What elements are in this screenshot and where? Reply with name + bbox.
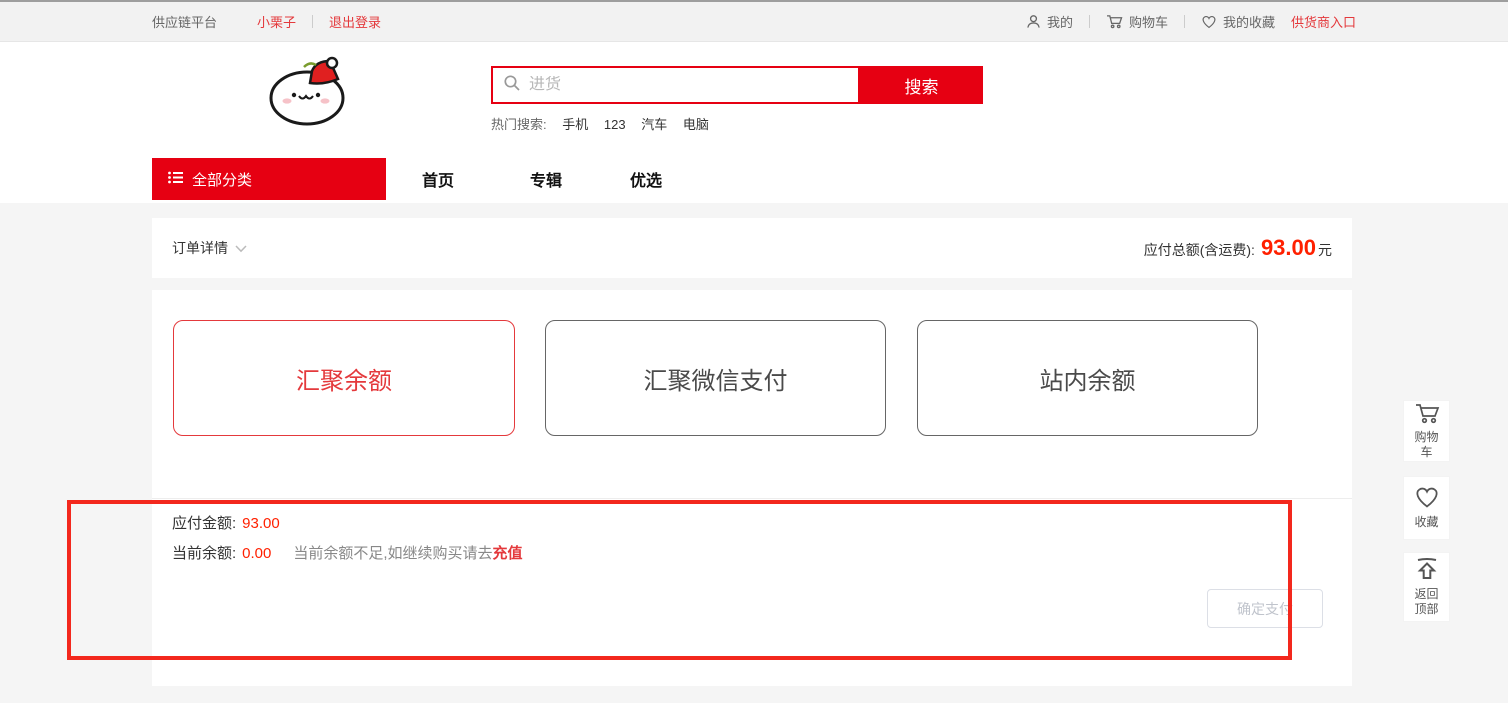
topbar-divider — [1089, 15, 1090, 28]
all-categories-label: 全部分类 — [192, 169, 252, 190]
favorites-link[interactable]: 我的收藏 — [1201, 12, 1275, 31]
back-to-top-button[interactable]: 返回顶部 — [1403, 552, 1450, 622]
topbar-right: 我的 购物车 我的收藏 供货商入口 — [1026, 12, 1356, 31]
topbar-left: 供应链平台 小栗子 退出登录 — [152, 12, 381, 31]
hot-search-label: 热门搜索: — [491, 117, 547, 132]
order-details-toggle[interactable]: 订单详情 — [172, 238, 247, 258]
hot-search-row: 热门搜索: 手机 123 汽车 电脑 — [491, 114, 709, 133]
nav-item-albums[interactable]: 专辑 — [530, 158, 562, 200]
cart-label: 购物车 — [1129, 12, 1168, 31]
header: 搜索 热门搜索: 手机 123 汽车 电脑 — [0, 43, 1508, 158]
heart-icon — [1201, 15, 1217, 29]
person-icon — [1026, 14, 1041, 29]
hot-word-link[interactable]: 123 — [604, 117, 626, 132]
username-link[interactable]: 小栗子 — [257, 12, 296, 31]
search-button[interactable]: 搜索 — [860, 66, 983, 104]
back-to-top-label: 返回顶部 — [1412, 587, 1442, 617]
my-account-link[interactable]: 我的 — [1026, 12, 1073, 31]
rail-favorite-label: 收藏 — [1412, 515, 1442, 530]
total-label: 应付总额(含运费): — [1144, 240, 1255, 260]
my-account-label: 我的 — [1047, 12, 1073, 31]
topbar-divider — [312, 15, 313, 28]
search-icon — [503, 74, 521, 97]
content-area: 订单详情 应付总额(含运费): 93.00 元 汇聚余额 汇聚微信支付 站内余额… — [0, 203, 1508, 703]
order-bar: 订单详情 应付总额(含运费): 93.00 元 — [152, 218, 1352, 278]
platform-label: 供应链平台 — [152, 12, 217, 31]
cart-link[interactable]: 购物车 — [1106, 12, 1168, 31]
cart-icon — [1414, 402, 1440, 427]
search-box: 搜索 — [491, 66, 983, 104]
hot-word-link[interactable]: 手机 — [562, 117, 588, 132]
hot-word-link[interactable]: 汽车 — [641, 117, 667, 132]
logout-link[interactable]: 退出登录 — [329, 12, 381, 31]
nav-item-home[interactable]: 首页 — [422, 158, 454, 200]
total-amount: 93.00 — [1261, 235, 1316, 261]
supplier-entry-link[interactable]: 供货商入口 — [1291, 12, 1356, 31]
search-input-wrap — [491, 66, 860, 104]
back-to-top-icon — [1415, 557, 1439, 584]
list-menu-icon — [168, 171, 183, 188]
rail-cart-label: 购物车 — [1412, 430, 1442, 460]
site-logo[interactable] — [252, 55, 370, 127]
hot-word-link[interactable]: 电脑 — [683, 117, 709, 132]
main-nav: 全部分类 首页 专辑 优选 — [0, 158, 1508, 200]
all-categories-button[interactable]: 全部分类 — [152, 158, 386, 200]
chevron-down-icon — [235, 240, 247, 256]
topbar-divider — [1184, 15, 1185, 28]
payment-method-huiju-balance[interactable]: 汇聚余额 — [173, 320, 515, 436]
page: 供应链平台 小栗子 退出登录 我的 购物车 我的收藏 供货商入口 — [0, 0, 1508, 703]
nav-item-featured[interactable]: 优选 — [630, 158, 662, 200]
cart-icon — [1106, 14, 1123, 29]
heart-icon — [1414, 486, 1440, 512]
rail-cart-button[interactable]: 购物车 — [1403, 400, 1450, 462]
order-details-label: 订单详情 — [172, 238, 228, 258]
panel-divider — [152, 498, 1352, 499]
annotation-highlight-box — [67, 500, 1292, 660]
payment-method-site-balance[interactable]: 站内余额 — [917, 320, 1258, 436]
topbar: 供应链平台 小栗子 退出登录 我的 购物车 我的收藏 供货商入口 — [0, 0, 1508, 42]
favorites-label: 我的收藏 — [1223, 12, 1275, 31]
rail-favorite-button[interactable]: 收藏 — [1403, 476, 1450, 540]
search-input[interactable] — [529, 76, 858, 94]
currency-label: 元 — [1318, 240, 1332, 260]
order-total: 应付总额(含运费): 93.00 元 — [1144, 235, 1332, 261]
payment-method-huiju-wechat[interactable]: 汇聚微信支付 — [545, 320, 886, 436]
